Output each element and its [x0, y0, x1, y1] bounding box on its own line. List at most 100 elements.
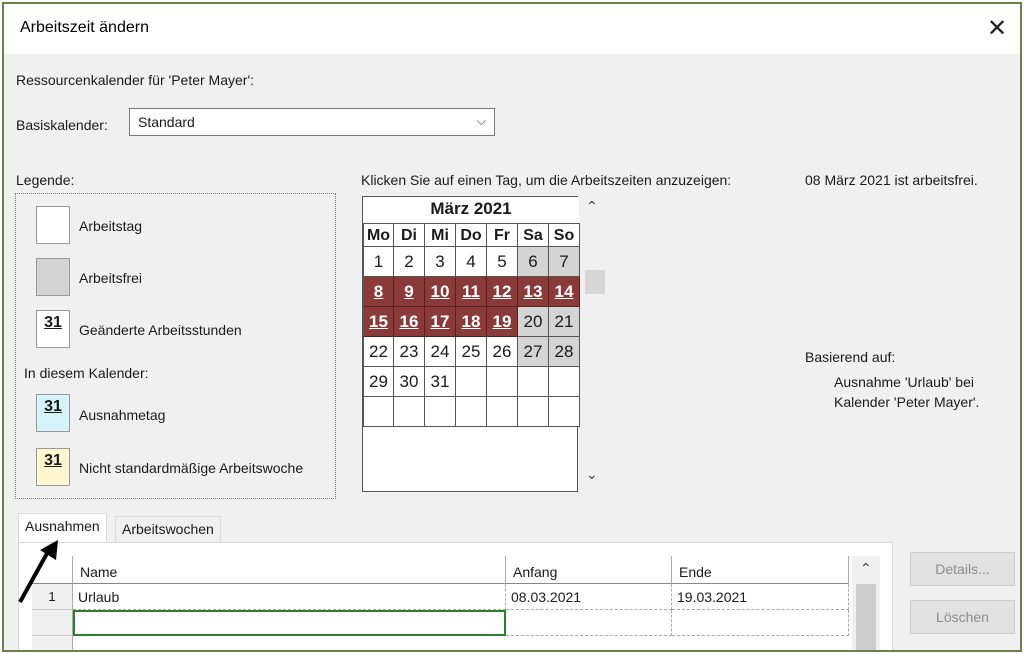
calendar-day[interactable] — [487, 367, 518, 397]
calendar-day[interactable] — [425, 397, 456, 427]
cell-name-new-selected[interactable] — [73, 610, 506, 636]
calendar-day[interactable]: 13 — [518, 277, 549, 307]
calendar-day[interactable]: 11 — [456, 277, 487, 307]
row-number-empty[interactable] — [32, 610, 73, 636]
calendar-day[interactable] — [487, 397, 518, 427]
row-number-empty-2[interactable] — [32, 636, 73, 650]
calendar-day[interactable] — [456, 367, 487, 397]
calendar-day[interactable]: 14 — [549, 277, 580, 307]
cell-start[interactable]: 08.03.2021 — [506, 584, 672, 610]
cell-name[interactable]: Urlaub — [73, 584, 506, 610]
pointer-arrow-icon — [18, 540, 58, 603]
exception-day-glyph: 31 — [44, 398, 62, 415]
calendar-scroll-up-icon[interactable]: ⌃ — [586, 198, 598, 215]
calendar-day[interactable] — [394, 397, 425, 427]
legend-panel: Arbeitstag Arbeitsfrei 31 Geänderte Arbe… — [15, 193, 336, 499]
calendar-day[interactable]: 15 — [363, 307, 394, 337]
tab-work-weeks[interactable]: Arbeitswochen — [115, 516, 221, 543]
calendar-day[interactable]: 30 — [394, 367, 425, 397]
cell-start-new[interactable] — [506, 610, 672, 636]
nonstandard-week-swatch: 31 — [36, 448, 70, 486]
calendar-day[interactable]: 21 — [549, 307, 580, 337]
calendar-day[interactable]: 28 — [549, 337, 580, 367]
working-day-swatch — [36, 206, 70, 244]
dialog-title: Arbeitszeit ändern — [20, 19, 149, 36]
calendar-day[interactable]: 2 — [394, 247, 425, 277]
calendar-day[interactable]: 16 — [394, 307, 425, 337]
title-bar: Arbeitszeit ändern ✕ — [4, 4, 1020, 54]
calendar-day[interactable]: 26 — [487, 337, 518, 367]
weekday-header: So — [549, 223, 580, 247]
resource-calendar-label: Ressourcenkalender für 'Peter Mayer': — [16, 72, 255, 88]
details-button[interactable]: Details... — [910, 552, 1015, 586]
calendar-day[interactable]: 7 — [549, 247, 580, 277]
calendar-day[interactable]: 24 — [425, 337, 456, 367]
delete-button[interactable]: Löschen — [910, 600, 1015, 634]
cell-end[interactable]: 19.03.2021 — [672, 584, 849, 610]
calendar-day[interactable]: 20 — [518, 307, 549, 337]
calendar-day[interactable]: 17 — [425, 307, 456, 337]
nonworking-day-swatch — [36, 258, 70, 296]
calendar-day[interactable] — [549, 397, 580, 427]
legend-working-day-label: Arbeitstag — [79, 218, 143, 234]
chevron-down-icon[interactable]: ⌵ — [476, 113, 486, 129]
changed-hours-glyph: 31 — [44, 314, 62, 331]
close-icon[interactable]: ✕ — [978, 10, 1016, 48]
calendar-day[interactable]: 5 — [487, 247, 518, 277]
table-scroll-up-icon[interactable]: ⌃ — [860, 560, 872, 577]
calendar-day[interactable]: 25 — [456, 337, 487, 367]
weekday-header: Fr — [487, 223, 518, 247]
table-scroll-thumb[interactable] — [856, 584, 876, 650]
exceptions-table: Name Anfang Ende 1 Urlaub 08.03.2021 19.… — [32, 556, 852, 650]
month-calendar[interactable]: März 2021 Mo Di Mi Do Fr Sa So 1 2 3 4 5 6 7 8 9 10 11 12 1… — [362, 196, 580, 492]
table-scrollbar[interactable]: ⌃ — [852, 556, 880, 650]
column-header-end[interactable]: Ende — [672, 556, 849, 584]
calendar-day[interactable]: 23 — [394, 337, 425, 367]
calendar-day[interactable]: 1 — [363, 247, 394, 277]
calendar-day[interactable]: 18 — [456, 307, 487, 337]
calendar-day[interactable] — [456, 397, 487, 427]
calendar-day[interactable]: 3 — [425, 247, 456, 277]
calendar-day[interactable] — [549, 367, 580, 397]
legend-exception-label: Ausnahmetag — [79, 407, 166, 423]
calendar-day[interactable] — [363, 397, 394, 427]
base-calendar-value: Standard — [138, 114, 195, 130]
selected-day-info: 08 März 2021 ist arbeitsfrei. — [805, 172, 978, 188]
legend-nonstandard-week-label: Nicht standardmäßige Arbeitswoche — [79, 460, 304, 476]
base-calendar-label: Basiskalender: — [16, 117, 108, 133]
column-header-name[interactable]: Name — [73, 556, 506, 584]
calendar-scroll-thumb[interactable] — [585, 270, 605, 294]
calendar-day[interactable]: 8 — [363, 277, 394, 307]
calendar-day[interactable]: 6 — [518, 247, 549, 277]
legend-section-label: In diesem Kalender: — [24, 365, 149, 381]
calendar-day[interactable]: 27 — [518, 337, 549, 367]
calendar-day[interactable]: 9 — [394, 277, 425, 307]
legend-title: Legende: — [16, 172, 75, 188]
based-on-line-1: Ausnahme 'Urlaub' bei — [834, 374, 974, 390]
calendar-day[interactable] — [518, 397, 549, 427]
calendar-day[interactable]: 19 — [487, 307, 518, 337]
based-on-line-2: Kalender 'Peter Mayer'. — [834, 394, 980, 410]
legend-nonworking-label: Arbeitsfrei — [79, 270, 143, 286]
column-header-start[interactable]: Anfang — [506, 556, 672, 584]
weekday-header: Do — [456, 223, 487, 247]
weekday-header: Sa — [518, 223, 549, 247]
calendar-day[interactable]: 31 — [425, 367, 456, 397]
cell-end-new[interactable] — [672, 610, 849, 636]
calendar-day[interactable]: 10 — [425, 277, 456, 307]
calendar-scroll-down-icon[interactable]: ⌄ — [586, 466, 598, 483]
weekday-header: Mo — [363, 223, 394, 247]
weekday-header: Di — [394, 223, 425, 247]
nonstandard-week-glyph: 31 — [44, 452, 62, 469]
calendar-day[interactable]: 22 — [363, 337, 394, 367]
changed-hours-swatch: 31 — [36, 310, 70, 348]
weekday-header: Mi — [425, 223, 456, 247]
calendar-day[interactable]: 29 — [363, 367, 394, 397]
calendar-instruction: Klicken Sie auf einen Tag, um die Arbeit… — [361, 172, 732, 188]
calendar-day[interactable]: 12 — [487, 277, 518, 307]
calendar-day[interactable] — [518, 367, 549, 397]
legend-changed-hours-label: Geänderte Arbeitsstunden — [79, 322, 242, 338]
dialog-window: Arbeitszeit ändern ✕ Ressourcenkalender … — [2, 2, 1022, 652]
base-calendar-dropdown[interactable]: Standard ⌵ — [129, 108, 495, 136]
calendar-day[interactable]: 4 — [456, 247, 487, 277]
